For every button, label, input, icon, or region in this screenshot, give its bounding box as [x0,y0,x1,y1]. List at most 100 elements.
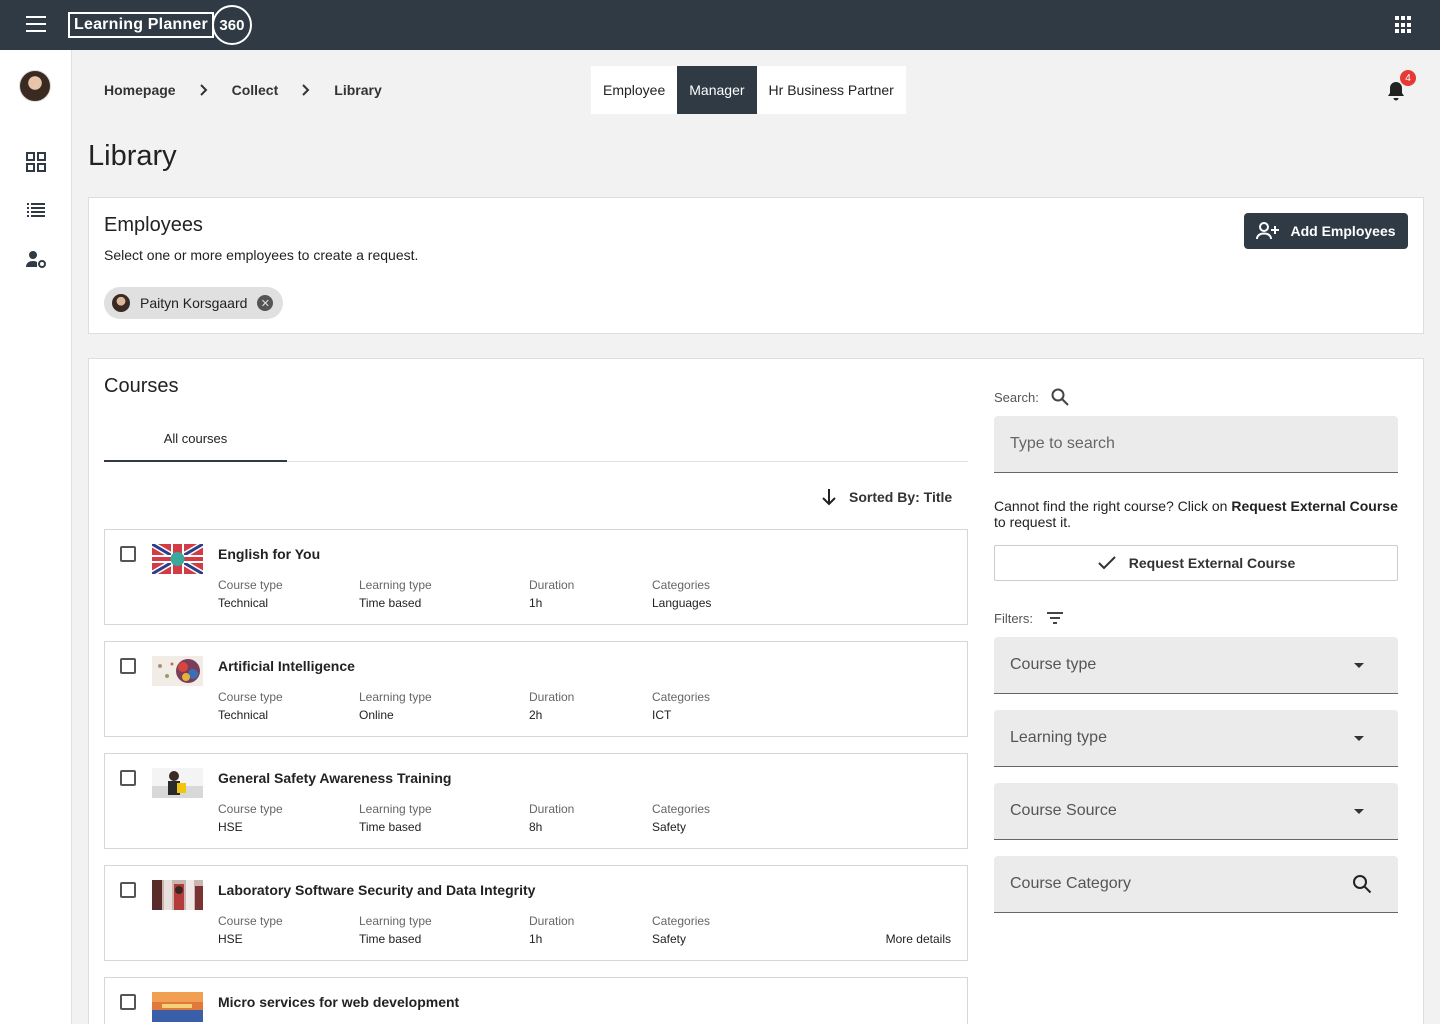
arrow-down-icon [822,489,836,506]
categories-value: Safety [652,932,687,946]
categories-label: Categories [652,914,711,928]
course-checkbox[interactable] [120,546,136,562]
course-type-label: Course type [218,690,283,704]
course-title[interactable]: Laboratory Software Security and Data In… [218,882,535,898]
course-title[interactable]: General Safety Awareness Training [218,770,451,786]
course-checkbox[interactable] [120,770,136,786]
categories-label: Categories [652,578,711,592]
filters-label: Filters: [994,608,1065,628]
categories: Categories Safety [652,802,710,834]
course-thumbnail [152,768,203,798]
learning-type-value: Time based [359,596,422,610]
notification-badge: 4 [1400,70,1416,86]
logo-number: 360 [211,5,252,45]
search-input[interactable]: Type to search [994,416,1398,473]
search-icon[interactable] [1051,388,1069,406]
course-type-value: Technical [218,708,269,722]
course-checkbox[interactable] [120,994,136,1010]
categories-value: ICT [652,708,672,722]
close-icon[interactable]: ✕ [257,295,274,311]
duration: Duration 8h [529,802,574,834]
learning-type-select-label: Learning type [1010,729,1107,746]
employee-chip[interactable]: Paityn Korsgaard ✕ [104,287,284,319]
categories: Categories Safety [652,914,710,946]
filters-label-text: Filters: [994,610,1033,626]
learning-type-label: Learning type [359,914,432,928]
categories-value: Languages [652,596,712,610]
user-avatar[interactable] [19,70,51,102]
search-label-text: Search: [994,389,1039,405]
add-employees-button[interactable]: Add Employees [1244,213,1408,249]
breadcrumb-homepage[interactable]: Homepage [104,82,176,98]
course-source-select[interactable]: Course Source [994,783,1398,840]
search-icon[interactable] [1352,874,1372,894]
logo-text: Learning Planner [68,12,214,38]
breadcrumb: Homepage Collect Library [104,80,382,100]
learning-type: Learning type Online [359,690,432,722]
course-type-value: HSE [218,932,243,946]
breadcrumb-collect[interactable]: Collect [232,82,279,98]
learning-type-label: Learning type [359,578,432,592]
dashboard-icon[interactable] [24,150,48,174]
role-hr-business-partner[interactable]: Hr Business Partner [757,66,906,114]
filter-icon[interactable] [1045,610,1065,626]
course-type: Course type Technical [218,578,283,610]
course-type-label: Course type [218,914,283,928]
employees-title: Employees [104,214,203,236]
courses-tabs: All courses [104,416,968,462]
course-title[interactable]: Artificial Intelligence [218,658,355,674]
course-type-select[interactable]: Course type [994,637,1398,694]
duration: Duration 1h [529,578,574,610]
role-employee[interactable]: Employee [591,66,677,114]
course-thumbnail [152,992,203,1022]
duration: Duration 2h [529,690,574,722]
employees-card: Employees Select one or more employees t… [88,197,1424,334]
courses-title: Courses [104,375,179,397]
sort-control[interactable]: Sorted By: Title [821,485,952,509]
course-thumbnail [152,880,203,910]
categories: Categories Languages [652,578,711,610]
course-item[interactable]: English for You Course type Technical Lea… [104,529,968,625]
learning-type-select[interactable]: Learning type [994,710,1398,767]
app-logo[interactable]: Learning Planner 360 [68,4,252,46]
course-item[interactable]: Artificial Intelligence Course type Techn… [104,641,968,737]
course-item[interactable]: Laboratory Software Security and Data In… [104,865,968,961]
course-category-search[interactable]: Course Category [994,856,1398,913]
tab-all-courses[interactable]: All courses [104,416,287,462]
apps-grid-icon[interactable] [1395,16,1413,34]
course-type: Course type HSE [218,914,283,946]
side-rail [0,50,72,1024]
categories-label: Categories [652,802,711,816]
learning-type-value: Time based [359,932,422,946]
duration-value: 8h [529,820,543,834]
check-icon [1098,556,1116,570]
breadcrumb-library[interactable]: Library [334,82,381,98]
learning-type: Learning type Time based [359,802,432,834]
learning-type-value: Time based [359,820,422,834]
chevron-right-icon [176,84,232,96]
course-thumbnail [152,656,203,686]
course-item[interactable]: General Safety Awareness Training Course… [104,753,968,849]
course-item[interactable]: Micro services for web development [104,977,968,1024]
chevron-right-icon [278,84,334,96]
course-title[interactable]: English for You [218,546,320,562]
course-checkbox[interactable] [120,882,136,898]
role-manager[interactable]: Manager [677,66,757,114]
user-settings-icon[interactable] [24,247,48,271]
course-title[interactable]: Micro services for web development [218,994,459,1010]
more-details-link[interactable]: More details [886,932,951,946]
course-type-label: Course type [218,802,283,816]
courses-card: Courses All courses Sorted By: Title Eng… [88,358,1424,1024]
help-text-after: to request it. [994,514,1072,530]
search-label: Search: [994,387,1069,407]
course-checkbox[interactable] [120,658,136,674]
learning-type: Learning type Time based [359,578,432,610]
duration-value: 1h [529,932,543,946]
request-external-course-button[interactable]: Request External Course [994,545,1398,581]
employees-subtitle: Select one or more employees to create a… [104,247,419,263]
list-icon[interactable] [24,198,48,222]
menu-icon[interactable] [24,16,48,34]
course-type-value: Technical [218,596,269,610]
chevron-down-icon [1354,735,1364,741]
course-type-value: HSE [218,820,243,834]
